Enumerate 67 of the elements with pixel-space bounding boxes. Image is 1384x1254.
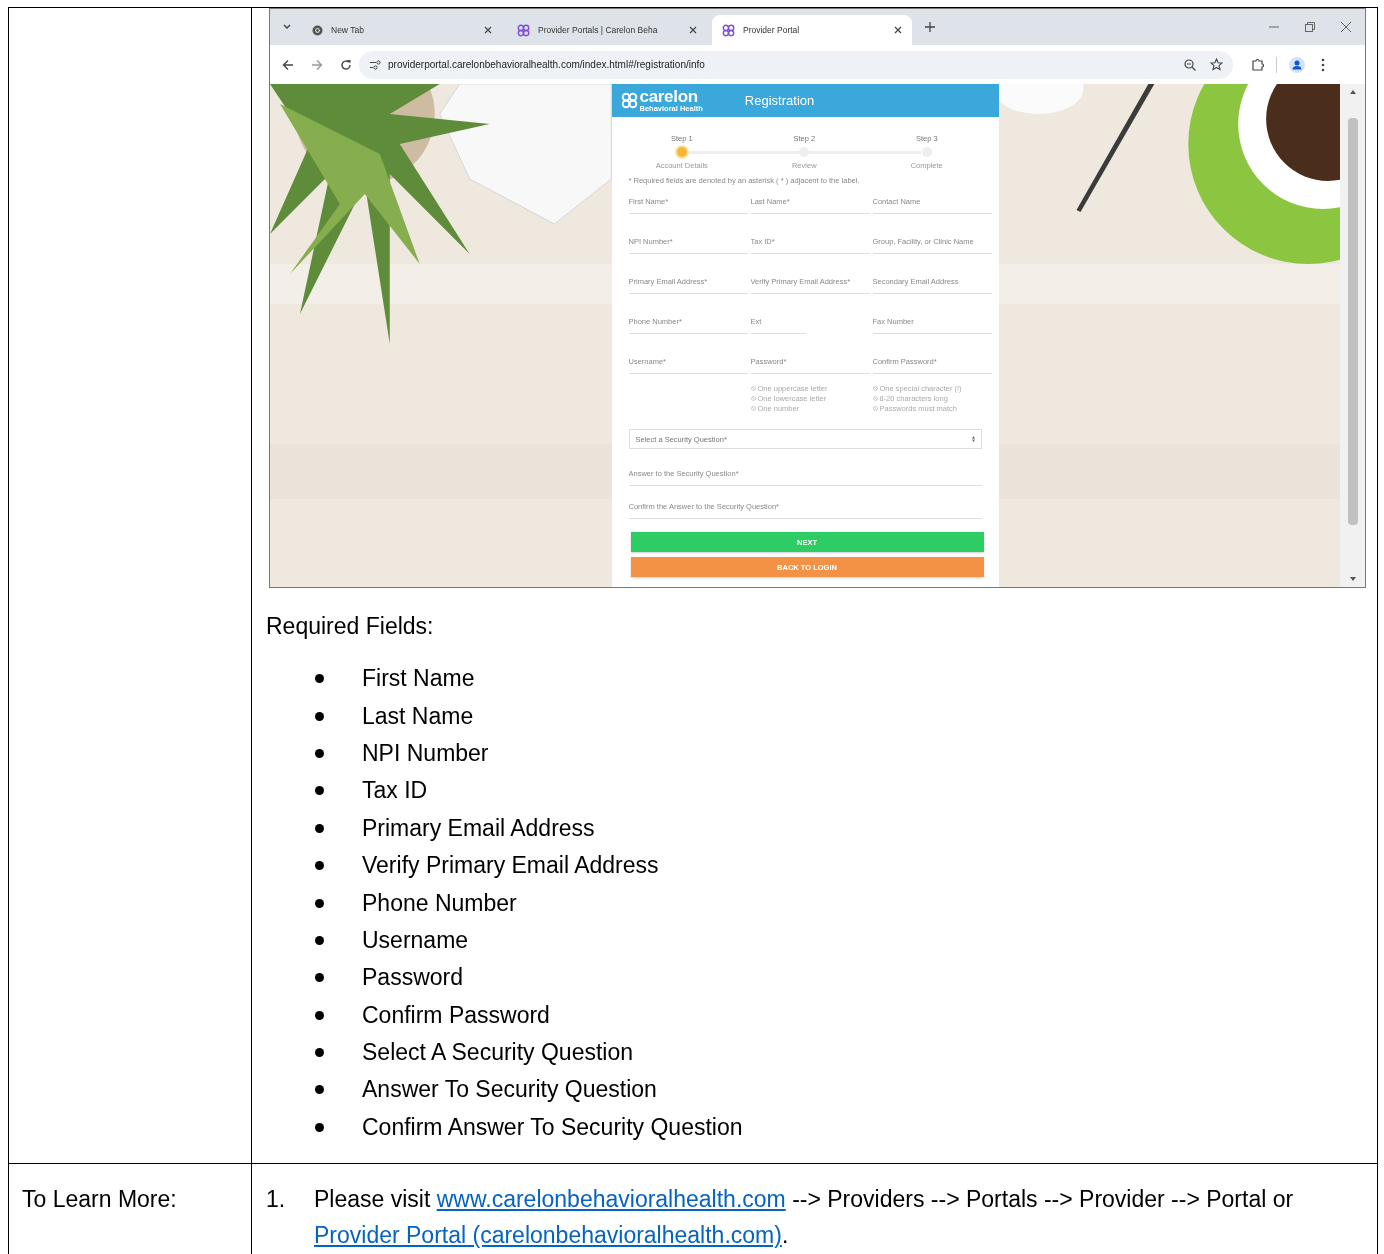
site-settings-icon[interactable] (370, 59, 381, 70)
bullet-icon (315, 1010, 324, 1020)
globe-icon (312, 24, 323, 36)
blocked-icon (750, 395, 756, 401)
logo-icon (722, 23, 735, 37)
bullet-icon (315, 898, 324, 908)
select-arrow-icon (971, 436, 975, 442)
list-item: Primary Email Address (362, 814, 595, 842)
puzzle-icon[interactable] (1251, 58, 1264, 71)
bullet-icon (315, 748, 324, 758)
scrollbar[interactable] (1340, 84, 1365, 587)
reload-icon[interactable] (340, 58, 352, 71)
browser-tab[interactable]: Provider Portals | Carelon Beha (507, 15, 707, 45)
list-item: Last Name (362, 702, 474, 730)
back-icon[interactable] (282, 58, 294, 71)
list-item: Confirm Password (362, 1001, 550, 1029)
bullet-icon (315, 935, 324, 945)
list-item: Password (362, 964, 463, 992)
menu-icon[interactable] (1321, 57, 1325, 72)
blocked-icon (750, 385, 756, 391)
address-bar[interactable]: providerportal.carelonbehavioralhealth.com/index.html#/registration/info (359, 50, 1233, 79)
bullet-icon (315, 786, 324, 796)
close-icon[interactable] (1341, 22, 1351, 32)
list-item: NPI Number (362, 739, 489, 767)
close-icon[interactable] (689, 26, 697, 34)
bullet-icon (315, 1122, 324, 1132)
new-tab-icon[interactable] (925, 22, 935, 32)
star-icon[interactable] (1210, 58, 1223, 71)
scroll-up-icon[interactable] (1349, 90, 1356, 94)
close-icon[interactable] (894, 26, 902, 34)
browser-tab[interactable]: New Tab (302, 15, 502, 45)
brand-logo: carelon (639, 88, 698, 106)
blocked-icon (872, 385, 878, 391)
browser-tab[interactable]: Provider Portal (712, 15, 912, 45)
list-item: Answer To Security Question (362, 1076, 657, 1104)
list-item: First Name (362, 665, 475, 693)
list-number: 1. (266, 1185, 287, 1215)
blocked-icon (872, 405, 878, 411)
bullet-icon (315, 1085, 324, 1095)
logo-icon (620, 92, 638, 109)
form-title: Registration (744, 93, 815, 108)
zoom-icon[interactable] (1184, 58, 1196, 71)
tab-search-icon[interactable] (282, 23, 292, 31)
blocked-icon (750, 405, 756, 411)
list-item: Tax ID (362, 777, 428, 805)
list-item: Select A Security Question (362, 1039, 634, 1067)
blocked-icon (872, 395, 878, 401)
link[interactable]: Provider Portal (carelonbehavioralhealth.com) (314, 1222, 782, 1249)
section-heading: Required Fields: (266, 612, 435, 641)
list-item: Confirm Answer To Security Question (362, 1113, 743, 1141)
bullet-icon (315, 1048, 324, 1058)
scroll-down-icon[interactable] (1349, 577, 1356, 581)
profile-icon[interactable] (1289, 56, 1305, 73)
bullet-icon (315, 711, 324, 721)
instruction-text: Please visit www.carelonbehavioralhealth.com --> Providers --> Portals --> Provider --> Portal or Provider Portal (carelonbehavioralhealth.com). (314, 1185, 1295, 1251)
restore-icon[interactable] (1305, 22, 1315, 32)
bullet-icon (315, 973, 324, 983)
list-item: Username (362, 926, 469, 954)
logo-icon (517, 23, 530, 37)
bullet-icon (315, 823, 324, 833)
bullet-icon (315, 674, 324, 684)
list-item: Verify Primary Email Address (362, 852, 659, 880)
list-item: Phone Number (362, 889, 517, 917)
link[interactable]: www.carelonbehavioralhealth.com (436, 1186, 786, 1213)
bullet-icon (315, 861, 324, 871)
close-icon[interactable] (484, 26, 492, 34)
row-label: To Learn More: (22, 1186, 177, 1213)
